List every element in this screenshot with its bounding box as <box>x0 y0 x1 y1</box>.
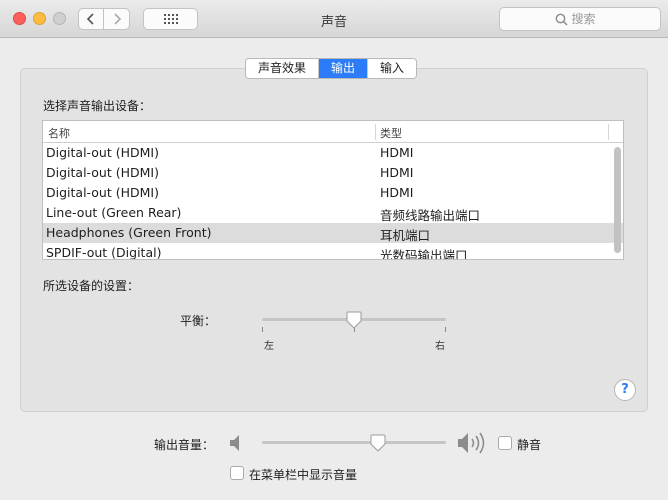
window-title: 声音 <box>320 15 347 30</box>
balance-label: 平衡： <box>180 314 217 328</box>
device-type: 耳机端口 <box>380 228 431 243</box>
device-type: HDMI <box>380 165 414 180</box>
device-name: SPDIF-out (Digital) <box>46 245 162 260</box>
grid-icon <box>163 14 178 24</box>
show-volume-menubar-checkbox[interactable] <box>230 466 244 480</box>
volume-slider-knob[interactable] <box>369 434 387 452</box>
column-header-name[interactable]: 名称 <box>48 125 70 141</box>
select-device-label: 选择声音输出设备： <box>43 99 152 113</box>
zoom-window-button[interactable] <box>53 12 66 25</box>
device-name: Headphones (Green Front) <box>46 225 212 240</box>
tab-sound-effects[interactable]: 声音效果 <box>246 59 320 78</box>
volume-slider-track[interactable] <box>262 441 446 444</box>
column-header-type[interactable]: 类型 <box>380 125 402 141</box>
sound-preferences-window: 声音 声音效果 输出 输入 选择声音输出设备： 名称 类型 Digital-ou… <box>0 0 668 500</box>
device-settings-label: 所选设备的设置： <box>43 279 140 293</box>
chevron-left-icon <box>86 13 94 25</box>
table-row[interactable]: Digital-out (HDMI) HDMI <box>43 163 623 183</box>
device-name: Digital-out (HDMI) <box>46 165 159 180</box>
device-type: HDMI <box>380 145 414 160</box>
tab-output[interactable]: 输出 <box>319 59 369 78</box>
speaker-low-icon <box>230 435 239 451</box>
table-row[interactable]: SPDIF-out (Digital) 光数码输出端口 <box>43 243 623 260</box>
balance-slider-knob[interactable] <box>345 311 363 329</box>
forward-button[interactable] <box>104 8 130 30</box>
column-separator <box>608 124 609 140</box>
device-name: Digital-out (HDMI) <box>46 145 159 160</box>
device-type: 光数码输出端口 <box>380 248 468 260</box>
search-icon <box>555 13 568 26</box>
close-window-button[interactable] <box>13 12 26 25</box>
speaker-high-icon <box>458 432 485 454</box>
tab-input[interactable]: 输入 <box>368 59 417 78</box>
mute-label: 静音 <box>517 438 542 452</box>
mute-checkbox[interactable] <box>498 436 512 450</box>
output-volume-label: 输出音量： <box>154 438 215 452</box>
balance-right-label: 右 <box>435 341 445 352</box>
show-all-button[interactable] <box>143 8 198 30</box>
device-type: HDMI <box>380 185 414 200</box>
balance-tick-right <box>445 327 446 332</box>
title-bar: 声音 <box>0 0 668 38</box>
table-row[interactable]: Digital-out (HDMI) HDMI <box>43 143 623 163</box>
column-separator <box>375 124 376 140</box>
output-device-table[interactable]: 名称 类型 Digital-out (HDMI) HDMI Digital-ou… <box>42 120 624 260</box>
balance-tick-left <box>262 327 263 332</box>
chevron-right-icon <box>113 13 121 25</box>
tab-bar: 声音效果 输出 输入 <box>245 58 418 79</box>
device-type: 音频线路输出端口 <box>380 208 481 223</box>
table-scrollbar[interactable] <box>614 147 621 253</box>
show-volume-menubar-label: 在菜单栏中显示音量 <box>249 468 358 482</box>
minimize-window-button[interactable] <box>33 12 46 25</box>
table-row[interactable]: Line-out (Green Rear) 音频线路输出端口 <box>43 203 623 223</box>
device-name: Digital-out (HDMI) <box>46 185 159 200</box>
table-row[interactable]: Digital-out (HDMI) HDMI <box>43 183 623 203</box>
back-button[interactable] <box>78 8 104 30</box>
device-name: Line-out (Green Rear) <box>46 205 182 220</box>
table-row-selected[interactable]: Headphones (Green Front) 耳机端口 <box>43 223 623 243</box>
search-input[interactable] <box>571 12 606 26</box>
help-button[interactable]: ? <box>614 379 636 401</box>
search-field[interactable] <box>499 7 661 31</box>
table-header: 名称 类型 <box>43 121 623 143</box>
balance-left-label: 左 <box>264 341 274 352</box>
